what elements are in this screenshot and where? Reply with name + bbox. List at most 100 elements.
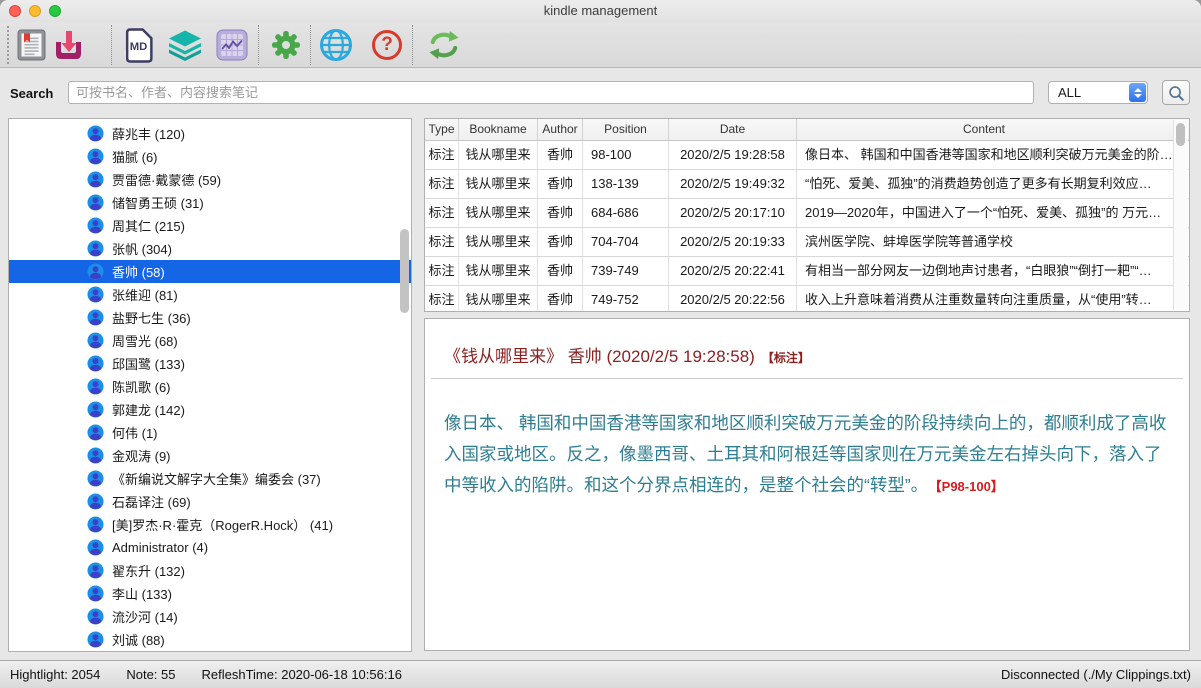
author-list-item[interactable]: 贾雷德·戴蒙德 (59) <box>9 168 411 191</box>
toolbar-separator <box>310 25 311 65</box>
table-cell: 标注 <box>425 141 459 169</box>
table-body: 标注钱从哪里来香帅98-1002020/2/5 19:28:58像日本、 韩国和… <box>425 141 1189 312</box>
markdown-export-button[interactable]: MD <box>120 27 156 63</box>
search-input[interactable] <box>68 81 1034 104</box>
author-label: 何伟 (1) <box>112 423 158 442</box>
author-list-item[interactable]: 周其仁 (215) <box>9 214 411 237</box>
stats-icon <box>216 29 248 61</box>
table-row[interactable]: 标注钱从哪里来香帅138-1392020/2/5 19:49:32“怕死、爱美、… <box>425 170 1189 199</box>
author-list-item[interactable]: 何伟 (1) <box>9 421 411 444</box>
sidebar-scrollbar-thumb[interactable] <box>400 229 409 313</box>
table-row[interactable]: 标注钱从哪里来香帅98-1002020/2/5 19:28:58像日本、 韩国和… <box>425 141 1189 170</box>
author-list-item[interactable]: 张帆 (304) <box>9 237 411 260</box>
table-cell: “怕死、爱美、孤独”的消费趋势创造了更多有长期复利效应… <box>797 170 1189 198</box>
import-button[interactable] <box>50 27 86 63</box>
search-button[interactable] <box>1162 80 1190 105</box>
refresh-time: RefleshTime: 2020-06-18 10:56:16 <box>202 667 402 682</box>
column-header-bookname[interactable]: Bookname <box>459 119 538 140</box>
settings-button[interactable] <box>268 27 304 63</box>
table-cell: 钱从哪里来 <box>459 257 538 285</box>
detail-divider <box>431 378 1183 379</box>
author-list-item[interactable]: [美]罗杰·R·霍克（RogerR.Hock） (41) <box>9 513 411 536</box>
clippings-button[interactable] <box>13 27 49 63</box>
table-cell: 684-686 <box>583 199 669 227</box>
column-header-type[interactable]: Type <box>425 119 459 140</box>
column-header-date[interactable]: Date <box>669 119 797 140</box>
stats-button[interactable] <box>214 27 250 63</box>
author-label: 贾雷德·戴蒙德 (59) <box>112 170 221 189</box>
detail-body-text: 像日本、 韩国和中国香港等国家和地区顺利突破万元美金的阶段持续向上的，都顺利成了… <box>444 413 1166 495</box>
table-cell: 香帅 <box>538 228 583 256</box>
author-list-item[interactable]: 张维迎 (81) <box>9 283 411 306</box>
author-list-item[interactable]: 李山 (133) <box>9 582 411 605</box>
author-list-item[interactable]: 薛兆丰 (120) <box>9 122 411 145</box>
table-cell: 739-749 <box>583 257 669 285</box>
column-header-author[interactable]: Author <box>538 119 583 140</box>
person-icon <box>87 125 104 142</box>
author-list-item[interactable]: 金观涛 (9) <box>9 444 411 467</box>
layers-icon <box>168 30 202 61</box>
author-list-item[interactable]: 猫腻 (6) <box>9 145 411 168</box>
author-list-item[interactable]: 邱国鹭 (133) <box>9 352 411 375</box>
table-row[interactable]: 标注钱从哪里来香帅739-7492020/2/5 20:22:41有相当一部分网… <box>425 257 1189 286</box>
refresh-sync-button[interactable] <box>426 27 462 63</box>
minimize-button[interactable] <box>29 5 41 17</box>
table-cell: 2020/2/5 19:28:58 <box>669 141 797 169</box>
filter-dropdown[interactable]: ALL <box>1048 81 1148 104</box>
person-icon <box>87 355 104 372</box>
detail-title: 《钱从哪里来》 香帅 (2020/2/5 19:28:58)【标注】 <box>444 342 1171 367</box>
person-icon <box>87 493 104 510</box>
search-label: Search <box>10 86 53 101</box>
author-label: 石磊译注 (69) <box>112 492 191 511</box>
note-detail-panel: 《钱从哪里来》 香帅 (2020/2/5 19:28:58)【标注】 像日本、 … <box>424 318 1190 651</box>
help-icon: ? <box>372 30 402 60</box>
author-list-item[interactable]: 香帅 (58) <box>9 260 411 283</box>
table-cell: 2019—2020年，中国进入了一个“怕死、爱美、孤独”的 万元… <box>797 199 1189 227</box>
author-list-item[interactable]: 盐野七生 (36) <box>9 306 411 329</box>
author-list-item[interactable]: 流沙河 (14) <box>9 605 411 628</box>
author-list-item[interactable]: 储智勇王硕 (31) <box>9 191 411 214</box>
column-header-position[interactable]: Position <box>583 119 669 140</box>
author-list-item[interactable]: 刘诚 (88) <box>9 628 411 651</box>
toolbar: MD <box>0 22 1201 68</box>
table-scrollbar-track[interactable] <box>1173 120 1188 310</box>
person-icon <box>87 194 104 211</box>
author-list-item[interactable]: 《新编说文解字大全集》编委会 (37) <box>9 467 411 490</box>
author-list-item[interactable]: 周雪光 (68) <box>9 329 411 352</box>
toolbar-separator <box>111 25 112 65</box>
detail-body: 像日本、 韩国和中国香港等国家和地区顺利突破万元美金的阶段持续向上的，都顺利成了… <box>444 408 1170 502</box>
table-row[interactable]: 标注钱从哪里来香帅749-7522020/2/5 20:22:56收入上升意味着… <box>425 286 1189 312</box>
note-count: Note: 55 <box>126 667 175 682</box>
author-label: Administrator (4) <box>112 540 208 555</box>
settings-gear-icon <box>269 28 303 62</box>
author-list-item[interactable]: Administrator (4) <box>9 536 411 559</box>
table-cell: 2020/2/5 20:22:41 <box>669 257 797 285</box>
author-list-item[interactable]: 翟东升 (132) <box>9 559 411 582</box>
stepper-icon <box>1129 83 1146 102</box>
person-icon <box>87 217 104 234</box>
window-title: kindle management <box>0 0 1201 22</box>
author-list-item[interactable]: 郭建龙 (142) <box>9 398 411 421</box>
author-label: 李山 (133) <box>112 584 172 603</box>
highlight-count: Hightlight: 2054 <box>10 667 100 682</box>
globe-icon <box>318 27 354 63</box>
close-button[interactable] <box>9 5 21 17</box>
author-label: 张维迎 (81) <box>112 285 178 304</box>
table-row[interactable]: 标注钱从哪里来香帅684-6862020/2/5 20:17:102019—20… <box>425 199 1189 228</box>
table-row[interactable]: 标注钱从哪里来香帅704-7042020/2/5 20:19:33滨州医学院、蚌… <box>425 228 1189 257</box>
person-icon <box>87 171 104 188</box>
help-button[interactable]: ? <box>369 27 405 63</box>
layers-button[interactable] <box>167 27 203 63</box>
toolbar-drag-handle[interactable] <box>7 26 9 64</box>
author-label: 翟东升 (132) <box>112 561 185 580</box>
globe-button[interactable] <box>318 27 354 63</box>
author-label: 刘诚 (88) <box>112 630 165 649</box>
author-label: 周其仁 (215) <box>112 216 185 235</box>
author-list-item[interactable]: 陈凯歌 (6) <box>9 375 411 398</box>
author-list-item[interactable]: 石磊译注 (69) <box>9 490 411 513</box>
author-label: 香帅 (58) <box>112 262 165 281</box>
table-scrollbar-thumb[interactable] <box>1176 123 1185 146</box>
column-header-content[interactable]: Content <box>797 119 1189 140</box>
zoom-button[interactable] <box>49 5 61 17</box>
title-bar: kindle management <box>0 0 1201 22</box>
